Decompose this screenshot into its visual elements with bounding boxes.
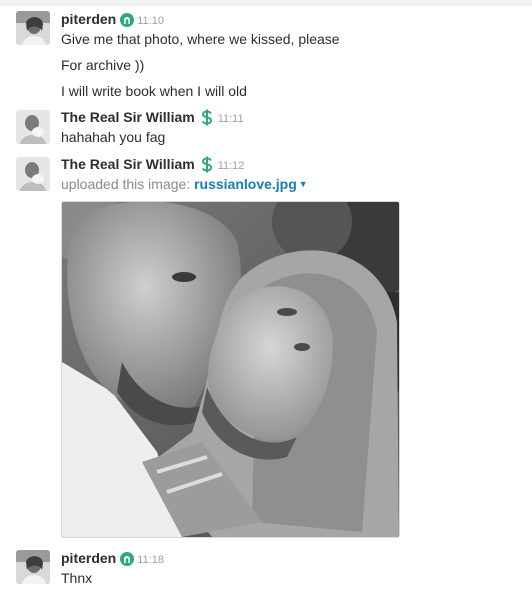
chevron-down-icon[interactable]: ▼ — [299, 179, 308, 189]
message-text: hahahah you fag — [61, 129, 166, 145]
top-divider — [0, 0, 532, 6]
upload-line: uploaded this image: russianlove.jpg ▼ — [61, 173, 524, 195]
avatar[interactable] — [16, 110, 50, 144]
avatar[interactable] — [16, 157, 50, 191]
timestamp[interactable]: 11:18 — [137, 554, 164, 566]
avatar[interactable] — [16, 550, 50, 584]
owner-icon — [120, 552, 135, 571]
file-link[interactable]: russianlove.jpg — [194, 176, 297, 192]
author-name[interactable]: The Real Sir William — [61, 156, 195, 172]
timestamp[interactable]: 11:12 — [218, 160, 245, 172]
author-name[interactable]: The Real Sir William — [61, 109, 195, 125]
dollar-icon — [199, 109, 215, 131]
timestamp[interactable]: 11:11 — [218, 113, 244, 125]
message-text: I will write book when I will old — [61, 83, 247, 99]
message-text: Give me that photo, where we kissed, ple… — [61, 31, 340, 47]
author-name[interactable]: piterden — [61, 550, 116, 566]
author-name[interactable]: piterden — [61, 11, 116, 27]
upload-prefix: uploaded this image: — [61, 176, 191, 192]
uploaded-image[interactable] — [61, 201, 400, 538]
avatar[interactable] — [16, 11, 50, 45]
message-text: For archive )) — [61, 57, 145, 73]
